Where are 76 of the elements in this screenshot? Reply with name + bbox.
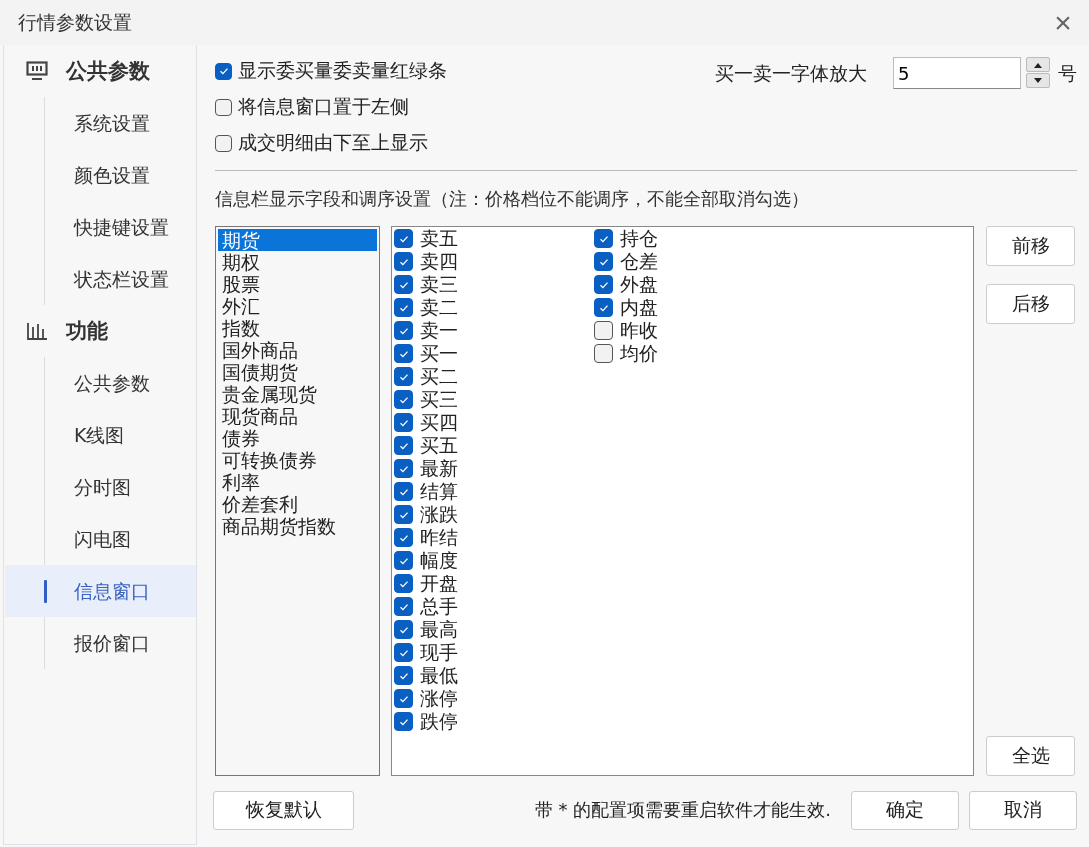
triangle-up-icon — [1033, 61, 1043, 68]
field-checkbox[interactable]: 买五 — [394, 434, 594, 457]
sidebar-item[interactable]: 状态栏设置 — [5, 253, 196, 305]
sidebar-item[interactable]: 分时图 — [5, 461, 196, 513]
reset-button[interactable]: 恢复默认 — [213, 790, 354, 830]
dialog-button[interactable]: 取消 — [969, 790, 1077, 830]
field-checkbox[interactable]: 总手 — [394, 595, 594, 618]
field-checkbox[interactable]: 跌停 — [394, 710, 594, 733]
sidebar-item[interactable]: 闪电图 — [5, 513, 196, 565]
sidebar-group-title: 功能 — [66, 318, 108, 345]
category-item[interactable]: 国债期货 — [218, 361, 377, 383]
font-size-label: 买一卖一字体放大 — [715, 61, 867, 86]
select-all-button[interactable]: 全选 — [986, 736, 1075, 776]
bar-chart-icon — [26, 321, 48, 341]
field-checkbox[interactable]: 内盘 — [594, 296, 794, 319]
sidebar-item[interactable]: 报价窗口 — [5, 617, 196, 669]
category-item[interactable]: 国外商品 — [218, 339, 377, 361]
field-checkbox[interactable]: 持仓 — [594, 227, 794, 250]
field-checkbox[interactable]: 现手 — [394, 641, 594, 664]
field-checkbox[interactable]: 昨收 — [594, 319, 794, 342]
category-item[interactable]: 商品期货指数 — [218, 515, 377, 537]
section-title: 信息栏显示字段和调序设置（注：价格档位不能调序，不能全部取消勾选） — [215, 187, 810, 211]
category-item[interactable]: 债券 — [218, 427, 377, 449]
sidebar-item[interactable]: 系统设置 — [5, 97, 196, 149]
sidebar-item[interactable]: K线图 — [5, 409, 196, 461]
spin-up-button[interactable] — [1026, 57, 1050, 72]
category-item[interactable]: 外汇 — [218, 295, 377, 317]
field-checkbox[interactable]: 买三 — [394, 388, 594, 411]
field-checkbox[interactable]: 最低 — [394, 664, 594, 687]
field-checkbox[interactable]: 卖三 — [394, 273, 594, 296]
move-button[interactable]: 前移 — [986, 226, 1075, 266]
sidebar-item[interactable]: 颜色设置 — [5, 149, 196, 201]
sidebar-item[interactable]: 快捷键设置 — [5, 201, 196, 253]
field-checkbox[interactable]: 卖一 — [394, 319, 594, 342]
category-item[interactable]: 贵金属现货 — [218, 383, 377, 405]
triangle-down-icon — [1033, 77, 1043, 84]
category-item[interactable]: 股票 — [218, 273, 377, 295]
monitor-icon — [26, 61, 48, 81]
field-checkbox[interactable]: 幅度 — [394, 549, 594, 572]
field-checkbox[interactable]: 均价 — [594, 342, 794, 365]
category-item[interactable]: 期货 — [218, 229, 377, 251]
category-item[interactable]: 指数 — [218, 317, 377, 339]
field-checkbox[interactable]: 卖五 — [394, 227, 594, 250]
sidebar-group-title: 公共参数 — [66, 58, 150, 85]
field-checkbox[interactable]: 结算 — [394, 480, 594, 503]
move-button[interactable]: 后移 — [986, 284, 1075, 324]
field-checkbox[interactable]: 卖二 — [394, 296, 594, 319]
close-button[interactable]: × — [1045, 4, 1081, 41]
field-checkbox[interactable]: 买四 — [394, 411, 594, 434]
field-checkbox[interactable]: 涨跌 — [394, 503, 594, 526]
category-item[interactable]: 现货商品 — [218, 405, 377, 427]
option-checkbox[interactable]: 将信息窗口置于左侧 — [215, 93, 447, 121]
font-size-input[interactable]: 5 — [893, 57, 1021, 89]
category-item[interactable]: 可转换债券 — [218, 449, 377, 471]
field-checkbox[interactable]: 外盘 — [594, 273, 794, 296]
unit-label: 号 — [1058, 61, 1077, 86]
window-title: 行情参数设置 — [18, 9, 132, 35]
field-checkbox[interactable]: 最高 — [394, 618, 594, 641]
field-checkbox[interactable]: 昨结 — [394, 526, 594, 549]
dialog-button[interactable]: 确定 — [851, 790, 959, 830]
spin-down-button[interactable] — [1026, 73, 1050, 88]
field-checkbox[interactable]: 卖四 — [394, 250, 594, 273]
sidebar-item[interactable]: 公共参数 — [5, 357, 196, 409]
category-item[interactable]: 价差套利 — [218, 493, 377, 515]
field-checkbox[interactable]: 开盘 — [394, 572, 594, 595]
restart-note: 带 * 的配置项需要重启软件才能生效. — [534, 798, 831, 822]
field-checkbox[interactable]: 仓差 — [594, 250, 794, 273]
field-checkbox[interactable]: 买二 — [394, 365, 594, 388]
field-checkbox[interactable]: 涨停 — [394, 687, 594, 710]
field-checkbox[interactable]: 买一 — [394, 342, 594, 365]
category-item[interactable]: 利率 — [218, 471, 377, 493]
sidebar-item[interactable]: 信息窗口 — [5, 565, 196, 617]
option-checkbox[interactable]: 成交明细由下至上显示 — [215, 129, 447, 157]
category-item[interactable]: 期权 — [218, 251, 377, 273]
option-checkbox[interactable]: 显示委买量委卖量红绿条 — [215, 57, 447, 85]
field-checkbox[interactable]: 最新 — [394, 457, 594, 480]
